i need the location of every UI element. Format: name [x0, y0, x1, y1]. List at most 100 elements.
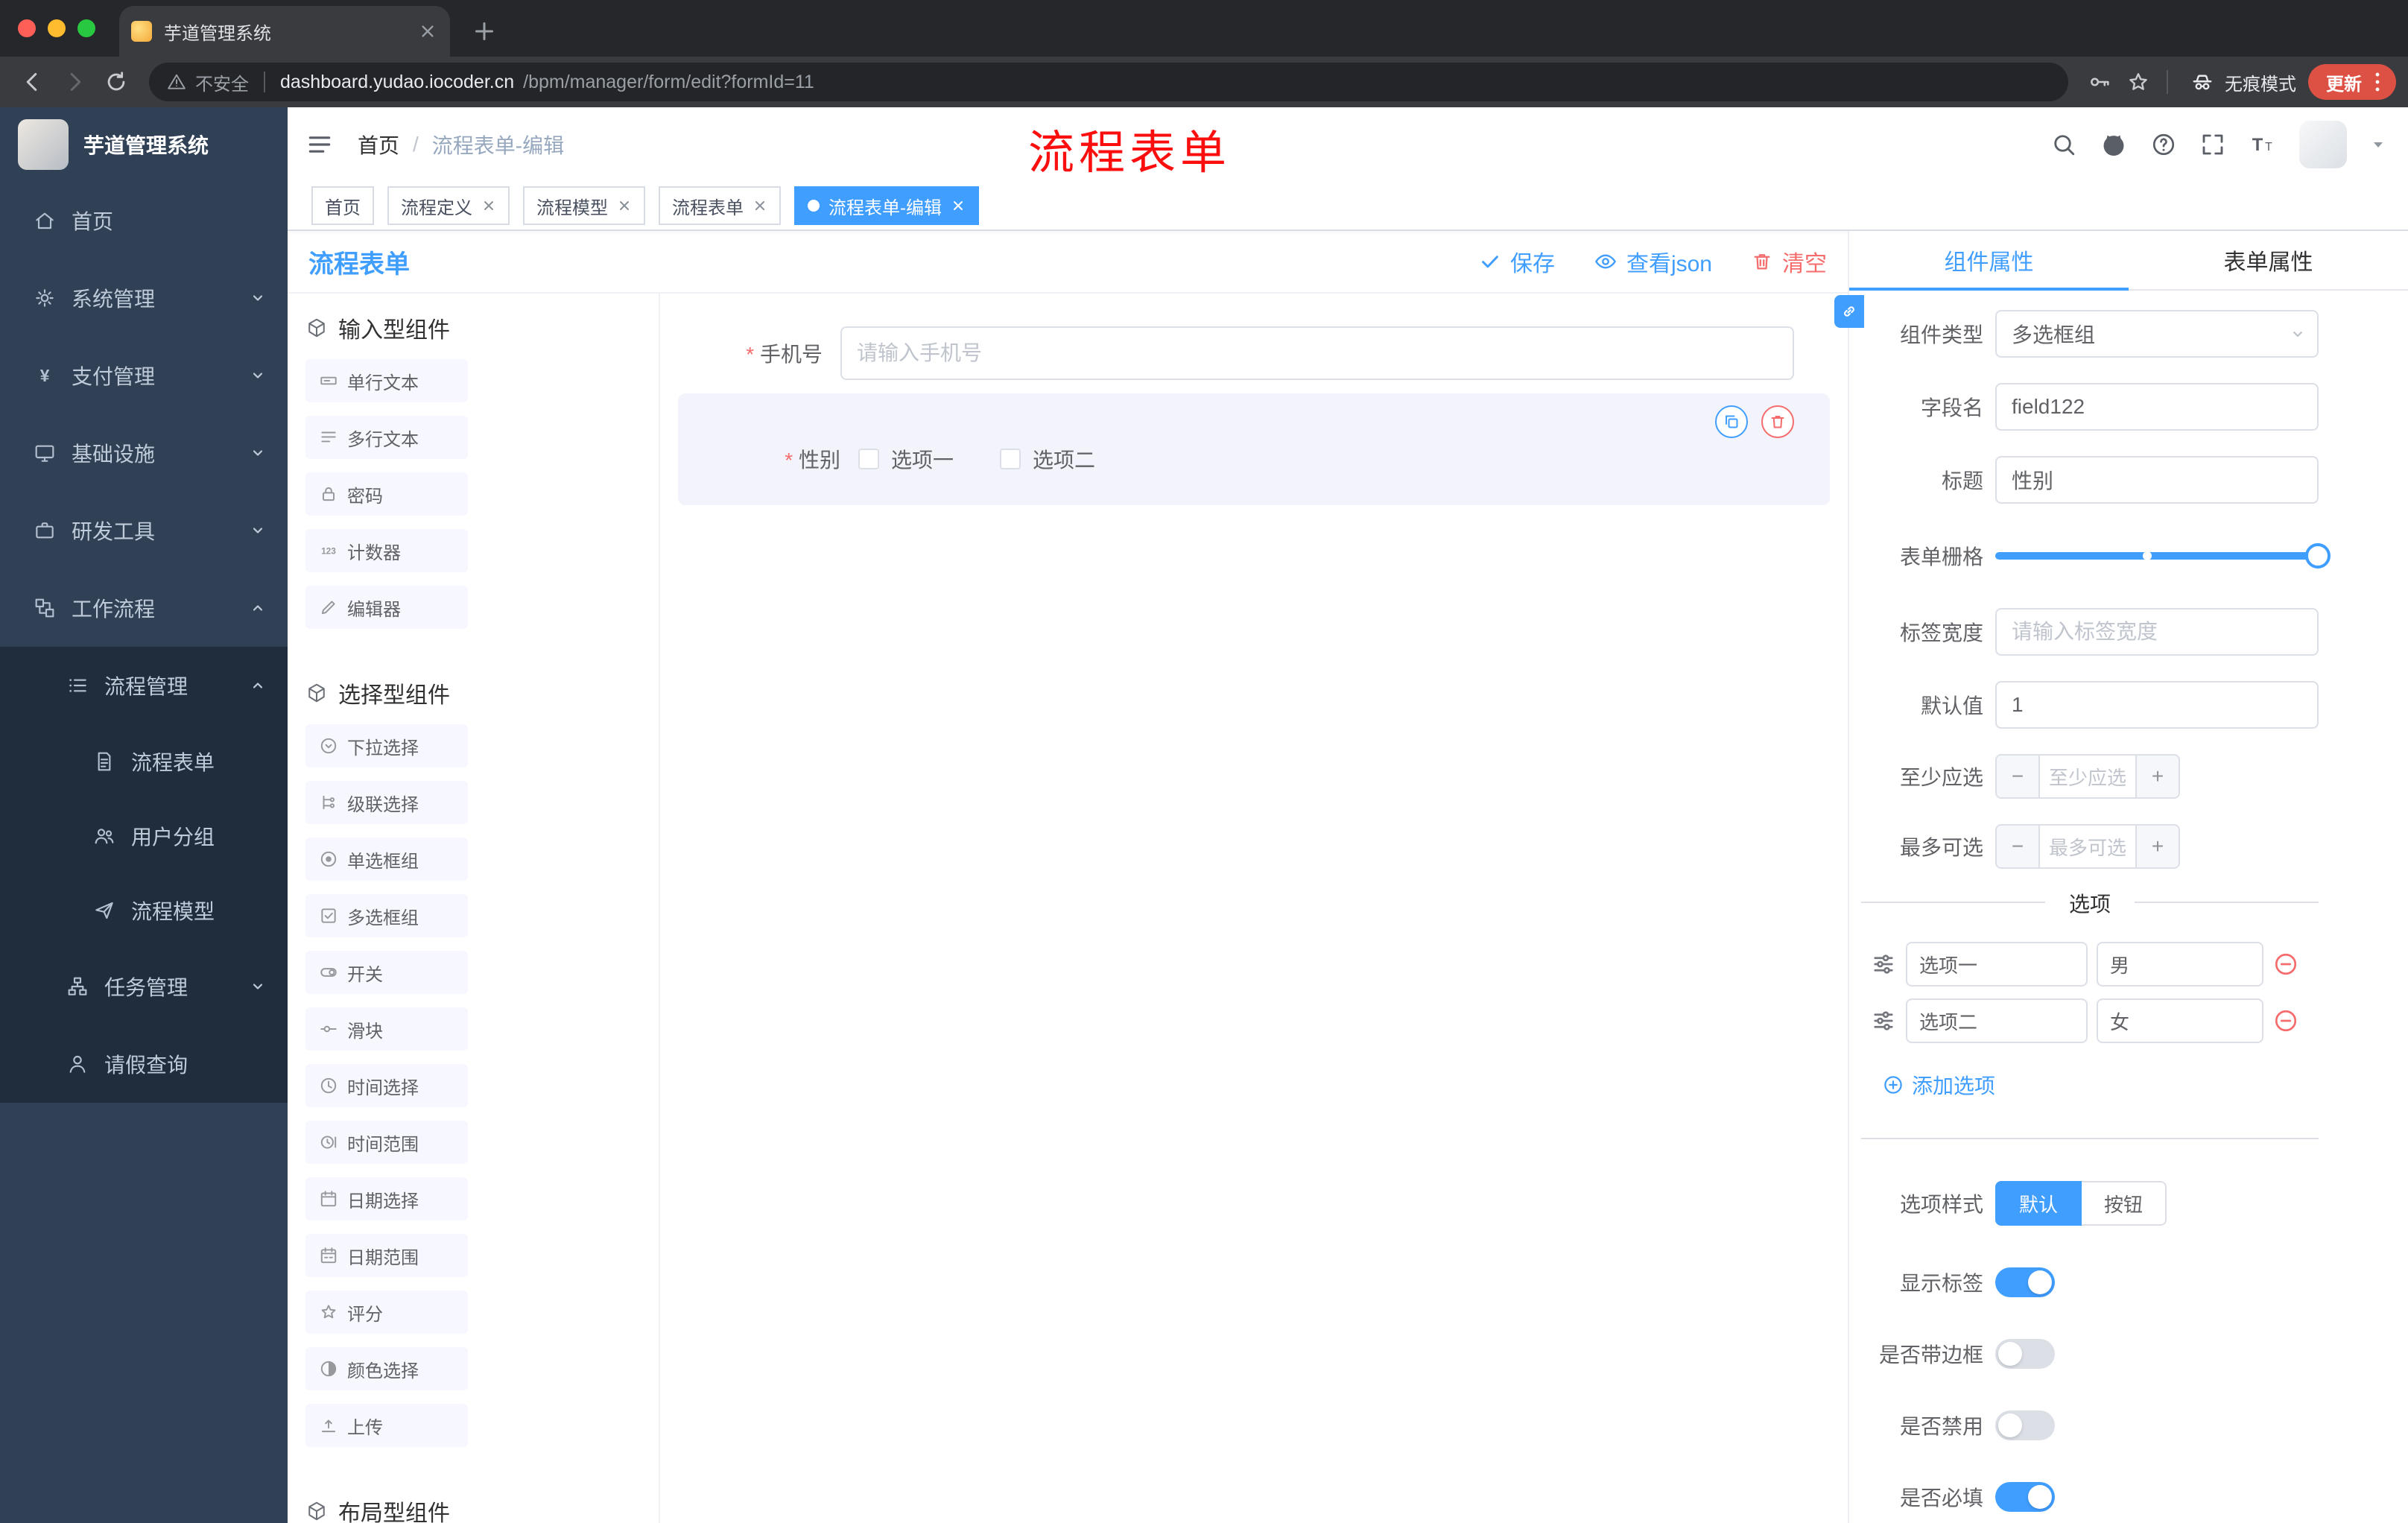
remove-option-icon[interactable] — [2272, 1007, 2299, 1034]
selected-form-item-gender[interactable]: 性别 选项一 选项二 — [678, 393, 1830, 505]
tag-process-model[interactable]: 流程模型 — [523, 186, 645, 225]
increase-button[interactable]: + — [2137, 826, 2179, 867]
tag-home[interactable]: 首页 — [311, 186, 374, 225]
password-key-icon[interactable] — [2080, 63, 2119, 101]
tag-close-icon[interactable] — [481, 198, 496, 213]
sidebar-item-infrastructure[interactable]: 基础设施 — [0, 414, 288, 492]
palette-item-upload[interactable]: 上传 — [305, 1404, 468, 1447]
palette-item-radio-group[interactable]: 单选框组 — [305, 838, 468, 881]
sidebar-item-task-management[interactable]: 任务管理 — [0, 948, 288, 1025]
palette-item-single-line-text[interactable]: 单行文本 — [305, 359, 468, 402]
option-label-input[interactable] — [1906, 942, 2088, 987]
window-minimize-button[interactable] — [48, 19, 66, 37]
tag-close-icon[interactable] — [951, 198, 966, 213]
browser-tab[interactable]: 芋道管理系统 — [119, 6, 450, 57]
palette-item-color-picker[interactable]: 颜色选择 — [305, 1347, 468, 1390]
option-value-input[interactable] — [2097, 998, 2263, 1043]
component-type-select[interactable]: 多选框组 — [1995, 310, 2319, 358]
reload-button[interactable] — [95, 61, 137, 103]
form-grid-slider[interactable] — [1995, 529, 2331, 583]
palette-item-time-range[interactable]: 时间范围 — [305, 1121, 468, 1164]
palette-item-date-range[interactable]: 日期范围 — [305, 1234, 468, 1277]
default-value-input[interactable] — [1995, 681, 2319, 729]
field-name-input[interactable] — [1995, 383, 2319, 431]
show-label-switch[interactable] — [1995, 1267, 2055, 1297]
add-option-button[interactable]: 添加选项 — [1882, 1070, 1995, 1100]
drag-handle-icon[interactable] — [1870, 1007, 1897, 1034]
disabled-switch[interactable] — [1995, 1410, 2055, 1440]
sidebar-item-dev-tools[interactable]: 研发工具 — [0, 492, 288, 569]
style-default-button[interactable]: 默认 — [1995, 1181, 2082, 1226]
required-switch[interactable] — [1995, 1482, 2055, 1512]
breadcrumb-home[interactable]: 首页 — [358, 130, 399, 159]
palette-item-textarea[interactable]: 多行文本 — [305, 416, 468, 459]
palette-item-checkbox-group[interactable]: 多选框组 — [305, 894, 468, 937]
palette-item-slider[interactable]: 滑块 — [305, 1007, 468, 1051]
label-width-input[interactable] — [1995, 608, 2319, 656]
bordered-switch[interactable] — [1995, 1339, 2055, 1369]
option-value-input[interactable] — [2097, 942, 2263, 987]
drag-handle-icon[interactable] — [1870, 951, 1897, 978]
forward-button[interactable] — [54, 61, 95, 103]
hambur​ger-icon[interactable] — [305, 130, 334, 159]
search-icon[interactable] — [2050, 131, 2077, 158]
clear-button[interactable]: 清空 — [1751, 245, 1827, 278]
user-avatar[interactable] — [2299, 121, 2347, 168]
sidebar-item-user-group[interactable]: 用户分组 — [0, 799, 288, 873]
tab-form-props[interactable]: 表单属性 — [2129, 231, 2408, 289]
help-icon[interactable] — [2150, 131, 2177, 158]
tag-close-icon[interactable] — [617, 198, 632, 213]
gender-option2-checkbox[interactable]: 选项二 — [1000, 444, 1095, 474]
style-button-button[interactable]: 按钮 — [2082, 1181, 2167, 1226]
tag-process-form[interactable]: 流程表单 — [659, 186, 781, 225]
sidebar-item-process-model[interactable]: 流程模型 — [0, 873, 288, 948]
font-size-icon[interactable]: TT — [2249, 130, 2277, 159]
palette-item-date-picker[interactable]: 日期选择 — [305, 1177, 468, 1220]
back-button[interactable] — [12, 61, 54, 103]
palette-item-rate[interactable]: 评分 — [305, 1291, 468, 1334]
remove-option-icon[interactable] — [2272, 951, 2299, 978]
fullscreen-icon[interactable] — [2199, 131, 2226, 158]
phone-input[interactable] — [840, 326, 1794, 380]
sidebar-item-workflow[interactable]: 工作流程 — [0, 569, 288, 647]
max-select-value[interactable]: 最多可选 — [2038, 826, 2137, 867]
slider-handle[interactable] — [2305, 543, 2331, 569]
url-bar[interactable]: 不安全 dashboard.yudao.iocoder.cn/bpm/manag… — [149, 63, 2068, 101]
palette-item-counter[interactable]: 123 计数器 — [305, 529, 468, 572]
palette-item-time-picker[interactable]: 时间选择 — [305, 1064, 468, 1107]
tab-close-icon[interactable] — [417, 21, 438, 42]
tab-component-props[interactable]: 组件属性 — [1849, 231, 2129, 291]
title-input[interactable] — [1995, 456, 2319, 504]
form-canvas[interactable]: 手机号 性别 选项一 选项二 — [660, 294, 1848, 1523]
tag-process-form-edit[interactable]: 流程表单-编辑 — [794, 186, 979, 225]
security-label[interactable]: 不安全 — [195, 69, 249, 95]
palette-item-switch[interactable]: 开关 — [305, 951, 468, 994]
decrease-button[interactable]: − — [1997, 756, 2038, 797]
delete-component-button[interactable] — [1761, 405, 1794, 438]
user-caret-down-icon[interactable] — [2369, 136, 2387, 153]
sidebar-item-leave-query[interactable]: 请假查询 — [0, 1025, 288, 1103]
bookmark-star-icon[interactable] — [2119, 63, 2158, 101]
palette-item-cascader[interactable]: 级联选择 — [305, 781, 468, 824]
tag-close-icon[interactable] — [752, 198, 767, 213]
save-button[interactable]: 保存 — [1479, 245, 1555, 278]
browser-menu-icon[interactable] — [2365, 69, 2390, 95]
new-tab-button[interactable] — [471, 18, 498, 45]
palette-item-editor[interactable]: 编辑器 — [305, 586, 468, 629]
sidebar-item-payment[interactable]: ¥ 支付管理 — [0, 337, 288, 414]
sidebar-item-system[interactable]: 系统管理 — [0, 259, 288, 337]
sidebar-item-process-form[interactable]: 流程表单 — [0, 724, 288, 799]
panel-collapse-handle[interactable] — [1834, 295, 1864, 328]
decrease-button[interactable]: − — [1997, 826, 2038, 867]
update-button[interactable]: 更新 — [2308, 64, 2396, 100]
option-label-input[interactable] — [1906, 998, 2088, 1043]
view-json-button[interactable]: 查看json — [1594, 245, 1712, 278]
sidebar-item-process-management[interactable]: 流程管理 — [0, 647, 288, 724]
copy-component-button[interactable] — [1715, 405, 1748, 438]
increase-button[interactable]: + — [2137, 756, 2179, 797]
gender-option1-checkbox[interactable]: 选项一 — [858, 444, 954, 474]
palette-item-select[interactable]: 下拉选择 — [305, 724, 468, 767]
window-close-button[interactable] — [18, 19, 36, 37]
tag-process-definition[interactable]: 流程定义 — [387, 186, 510, 225]
palette-item-password[interactable]: 密码 — [305, 472, 468, 516]
